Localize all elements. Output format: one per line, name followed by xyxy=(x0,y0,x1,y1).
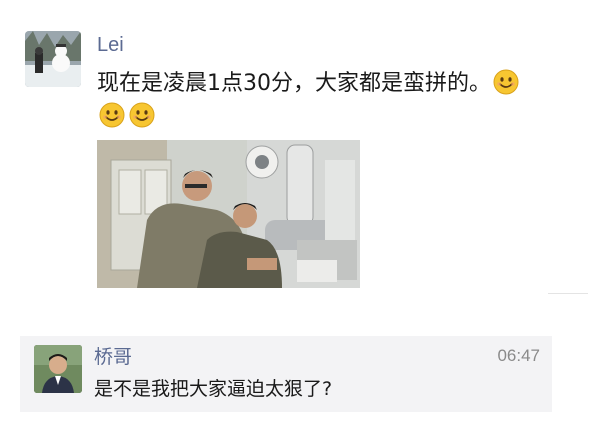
post-photo[interactable] xyxy=(97,140,360,288)
smile-emoji-icon xyxy=(493,69,519,95)
lab-photo xyxy=(97,140,360,288)
post-text-content: 现在是凌晨1点30分，大家都是蛮拼的。 xyxy=(97,71,491,96)
avatar-photo xyxy=(25,31,81,87)
comment-text: 是不是我把大家逼迫太狠了? xyxy=(94,378,333,400)
comment-timestamp: 06:47 xyxy=(497,346,540,365)
smile-emoji-icon xyxy=(129,102,155,128)
post-author-name[interactable]: Lei xyxy=(97,34,124,57)
comment-author-name[interactable]: 桥哥 xyxy=(94,342,132,369)
moment-post: Lei 现在是凌晨1点30分，大家都是蛮拼的。 xyxy=(0,0,606,310)
divider xyxy=(548,293,588,294)
avatar[interactable] xyxy=(25,31,81,87)
smile-emoji-icon xyxy=(99,102,125,128)
emoji-row xyxy=(99,102,155,128)
post-text: 现在是凌晨1点30分，大家都是蛮拼的。 xyxy=(97,67,587,101)
comment-avatar[interactable] xyxy=(34,345,82,393)
comment-row[interactable]: 桥哥 06:47 是不是我把大家逼迫太狠了? xyxy=(20,336,552,412)
comment-avatar-photo xyxy=(34,345,82,393)
